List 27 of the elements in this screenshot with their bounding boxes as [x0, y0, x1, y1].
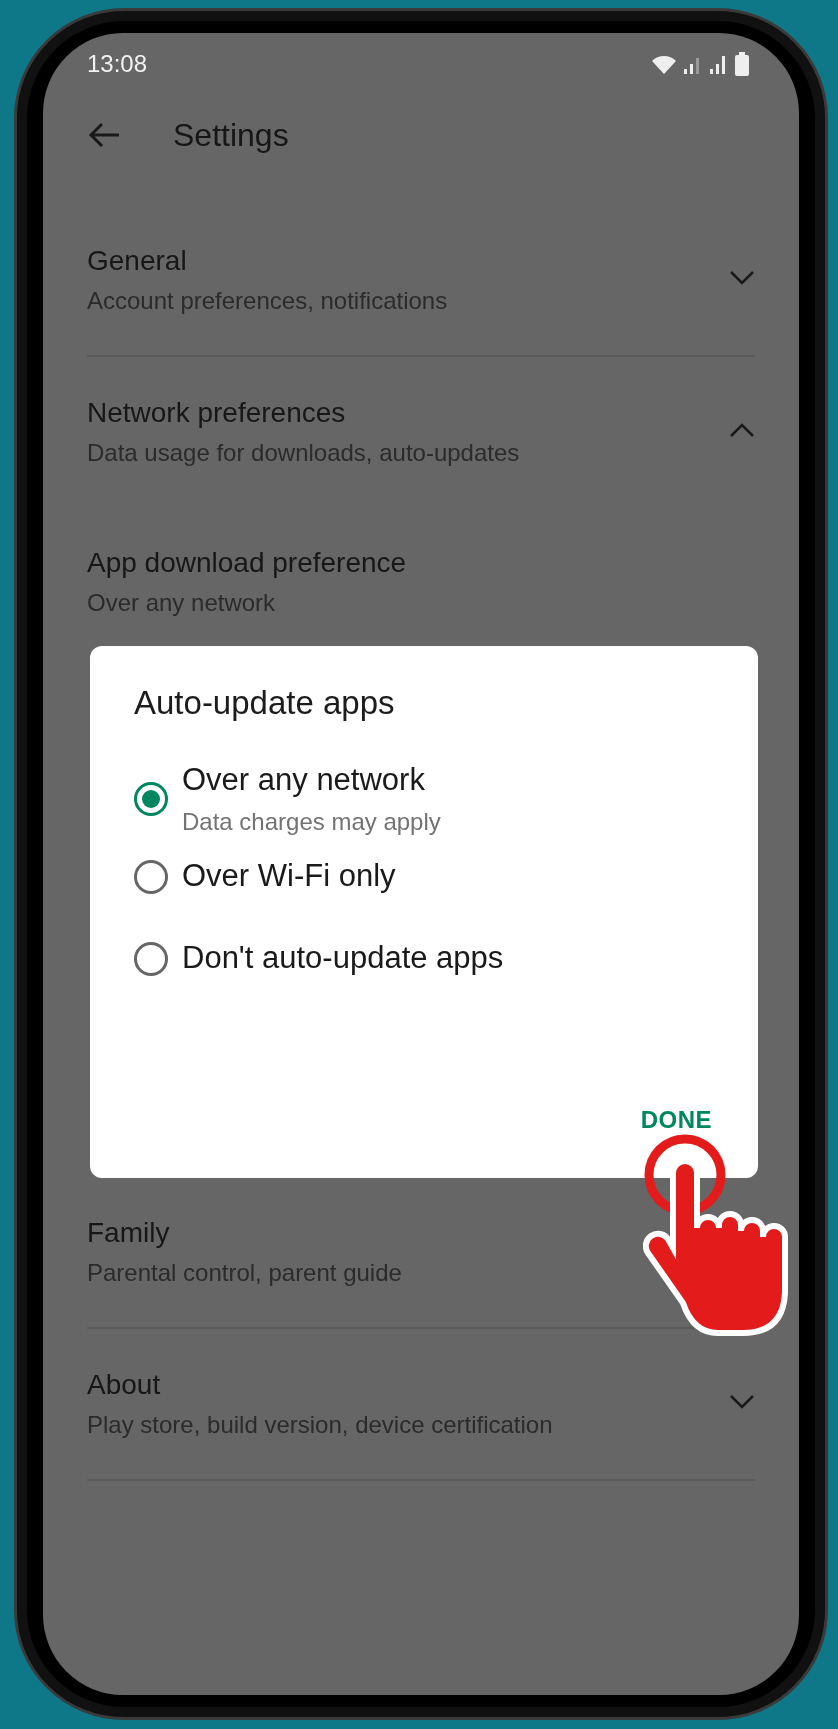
- setting-title[interactable]: App download preference: [87, 547, 407, 579]
- section-subtitle: Parental control, parent guide: [87, 1259, 402, 1287]
- wifi-icon: [651, 53, 677, 75]
- done-button[interactable]: DONE: [634, 1100, 718, 1140]
- dialog-title: Auto-update apps: [134, 684, 396, 722]
- section-title[interactable]: Family: [87, 1217, 402, 1249]
- chevron-down-icon: [729, 270, 755, 286]
- status-time: 13:08: [87, 50, 148, 78]
- radio-button[interactable]: [134, 782, 168, 816]
- option-label[interactable]: Over Wi-Fi only: [182, 858, 396, 894]
- back-arrow-icon[interactable]: [87, 121, 121, 149]
- section-title[interactable]: General: [87, 245, 448, 277]
- section-title[interactable]: Network preferences: [87, 397, 520, 429]
- section-subtitle: Data usage for downloads, auto-updates: [87, 439, 520, 467]
- chevron-down-icon: [729, 1394, 755, 1410]
- section-subtitle: Play store, build version, device certification: [87, 1411, 553, 1439]
- radio-button[interactable]: [134, 860, 168, 894]
- radio-button[interactable]: [134, 942, 168, 976]
- option-label[interactable]: Don't auto-update apps: [182, 940, 504, 976]
- section-subtitle: Account preferences, notifications: [87, 287, 448, 315]
- page-title: Settings: [173, 116, 289, 154]
- section-title[interactable]: About: [87, 1369, 553, 1401]
- battery-icon: [735, 52, 749, 76]
- setting-value: Over any network: [87, 589, 277, 617]
- chevron-up-icon: [729, 422, 755, 438]
- option-label[interactable]: Over any network: [182, 762, 441, 798]
- option-description: Data charges may apply: [182, 808, 441, 836]
